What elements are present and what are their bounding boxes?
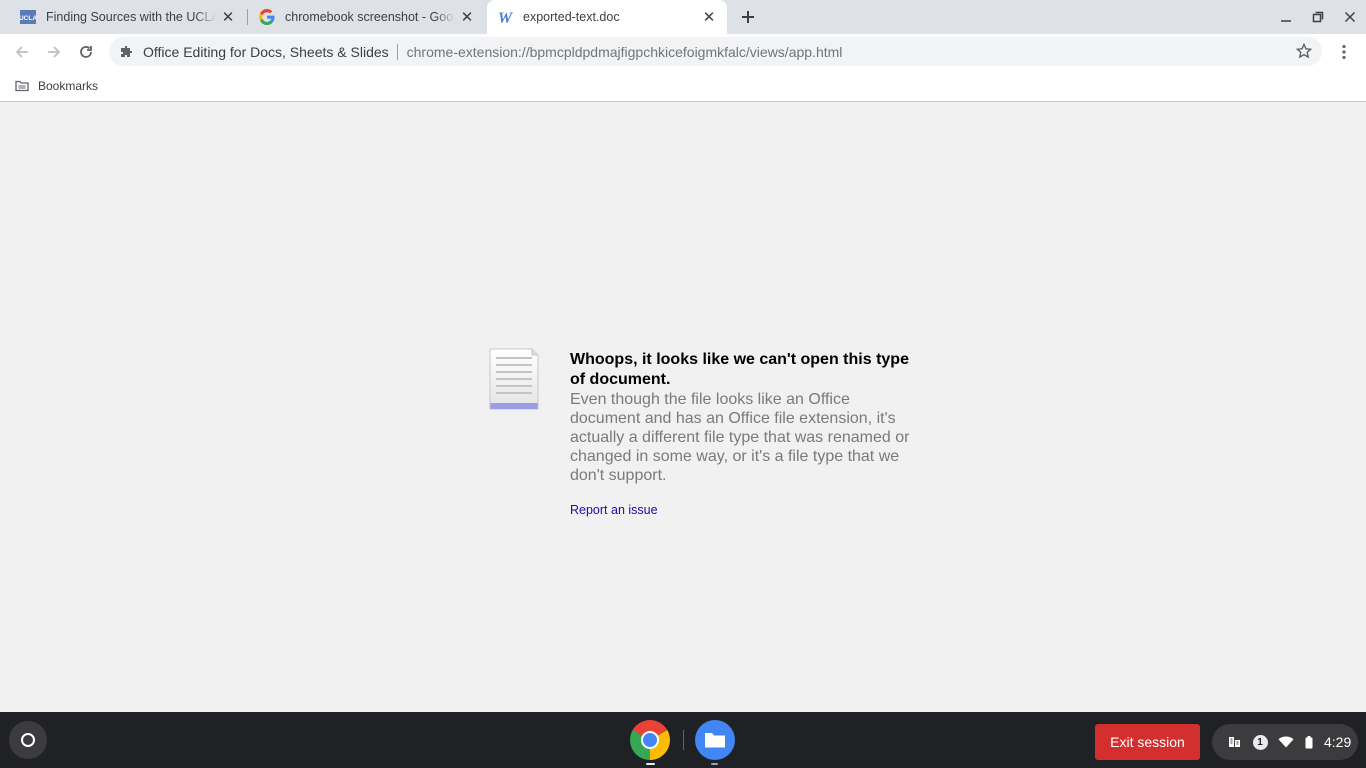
bookmark-star-icon[interactable]: [1296, 43, 1312, 59]
chrome-menu-button[interactable]: [1335, 41, 1353, 63]
restore-button[interactable]: [1309, 8, 1327, 26]
running-indicator: [646, 763, 655, 765]
url-text: chrome-extension://bpmcpldpdmajfigpchkic…: [406, 43, 843, 60]
close-window-button[interactable]: [1341, 8, 1359, 26]
new-tab-button[interactable]: [737, 6, 759, 28]
svg-text:W: W: [498, 10, 513, 25]
extension-page: Whoops, it looks like we can't open this…: [0, 103, 1366, 712]
google-icon: [259, 9, 275, 25]
files-icon: [695, 720, 735, 760]
folder-icon: [14, 78, 30, 94]
system-shelf: Exit session 1 4:29: [0, 712, 1366, 768]
error-message: Whoops, it looks like we can't open this…: [570, 350, 915, 519]
document-icon: [489, 348, 539, 410]
error-headline: Whoops, it looks like we can't open this…: [570, 351, 909, 388]
status-tray[interactable]: 1 4:29: [1212, 724, 1358, 760]
clock: 4:29: [1324, 734, 1352, 750]
close-tab-icon[interactable]: ✕: [220, 9, 236, 26]
more-vert-icon: [1342, 44, 1346, 60]
forward-button[interactable]: [43, 41, 65, 63]
notification-count-badge: 1: [1252, 734, 1268, 750]
plus-icon: [742, 11, 754, 23]
tab-title: chromebook screenshot - Google: [285, 10, 455, 24]
reload-icon: [80, 46, 92, 58]
omnibox-divider: [396, 43, 398, 60]
tab-exported-doc[interactable]: W exported-text.doc ✕: [487, 0, 727, 34]
puzzle-icon: [119, 44, 135, 60]
running-indicator: [711, 763, 718, 765]
launcher-button[interactable]: [9, 721, 47, 759]
close-icon: [1344, 11, 1356, 23]
wifi-icon: [1278, 734, 1294, 750]
bookmarks-bar: Bookmarks: [0, 70, 1366, 102]
address-bar[interactable]: Office Editing for Docs, Sheets & Slides…: [109, 37, 1322, 66]
tab-google[interactable]: chromebook screenshot - Google ✕: [249, 0, 483, 34]
shelf-divider: [683, 730, 684, 750]
exit-session-button[interactable]: Exit session: [1095, 724, 1200, 760]
svg-text:UCLA: UCLA: [20, 15, 36, 22]
error-body: Even though the file looks like an Offic…: [570, 391, 910, 484]
report-issue-link[interactable]: Report an issue: [570, 503, 658, 517]
bookmarks-label: Bookmarks: [38, 79, 99, 93]
reload-button[interactable]: [75, 41, 97, 63]
close-tab-icon[interactable]: ✕: [701, 9, 717, 26]
launcher-icon: [21, 733, 35, 747]
browser-toolbar: Office Editing for Docs, Sheets & Slides…: [0, 34, 1366, 70]
close-tab-icon[interactable]: ✕: [459, 9, 475, 26]
minimize-icon: [1281, 20, 1291, 22]
tab-divider: [247, 9, 248, 25]
tab-title: Finding Sources with the UCLA L: [46, 10, 216, 24]
back-arrow-icon: [15, 46, 28, 58]
tab-strip: UCLA Finding Sources with the UCLA L ✕ c…: [0, 0, 1366, 34]
ucla-icon: UCLA: [20, 9, 36, 25]
battery-icon: [1304, 734, 1314, 750]
word-icon: W: [497, 9, 513, 25]
tab-ucla[interactable]: UCLA Finding Sources with the UCLA L ✕: [10, 0, 244, 34]
chrome-app[interactable]: [630, 720, 670, 760]
forward-arrow-icon: [48, 46, 61, 58]
chrome-icon: [630, 720, 670, 760]
minimize-button[interactable]: [1277, 8, 1295, 26]
bookmarks-folder[interactable]: Bookmarks: [14, 77, 98, 95]
enterprise-icon: [1226, 734, 1242, 750]
back-button[interactable]: [11, 41, 33, 63]
extension-origin: Office Editing for Docs, Sheets & Slides: [143, 43, 389, 60]
restore-icon: [1312, 11, 1324, 23]
tab-title: exported-text.doc: [523, 10, 620, 24]
files-app[interactable]: [695, 720, 735, 760]
notification-count: 1: [1252, 734, 1268, 750]
